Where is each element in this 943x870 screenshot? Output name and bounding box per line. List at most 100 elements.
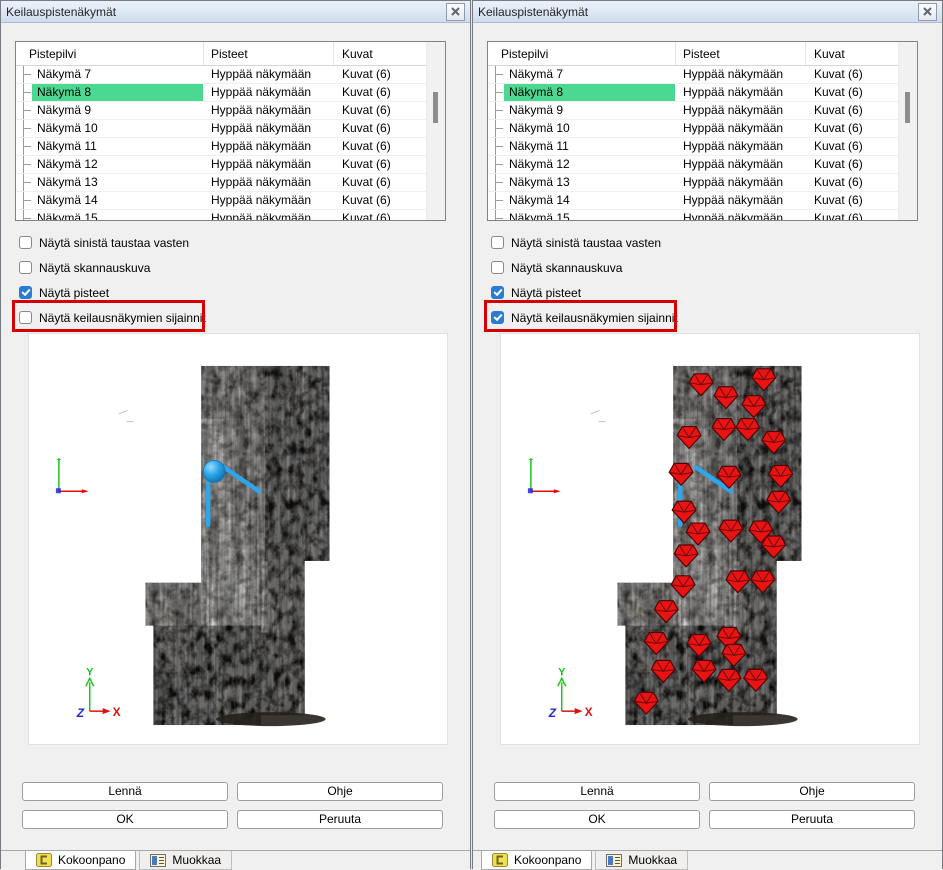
- row-name[interactable]: Näkymä 14: [504, 192, 675, 209]
- ok-button[interactable]: OK: [22, 810, 228, 829]
- table-row[interactable]: Näkymä 13 Hyppää näkymään Kuvat (6): [16, 174, 426, 192]
- table-row[interactable]: Näkymä 11 Hyppää näkymään Kuvat (6): [488, 138, 898, 156]
- table-row[interactable]: Näkymä 15 Hyppää näkymään Kuvat (6): [488, 210, 898, 221]
- scrollbar-thumb[interactable]: [433, 92, 438, 123]
- row-jump-action[interactable]: Hyppää näkymään: [211, 174, 311, 191]
- row-jump-action[interactable]: Hyppää näkymään: [211, 138, 311, 155]
- ok-button[interactable]: OK: [494, 810, 700, 829]
- checkbox-show-scan-image[interactable]: Näytä skannauskuva: [491, 255, 678, 280]
- point-cloud-viewport[interactable]: YXZ: [28, 333, 448, 745]
- row-jump-action[interactable]: Hyppää näkymään: [683, 66, 783, 83]
- checkbox-show-scan-image[interactable]: Näytä skannauskuva: [19, 255, 206, 280]
- row-name[interactable]: Näkymä 15: [504, 210, 675, 221]
- row-name[interactable]: Näkymä 14: [32, 192, 203, 209]
- row-images[interactable]: Kuvat (6): [342, 174, 391, 191]
- table-row[interactable]: Näkymä 7 Hyppää näkymään Kuvat (6): [488, 66, 898, 84]
- help-button[interactable]: Ohje: [709, 782, 915, 801]
- row-images[interactable]: Kuvat (6): [342, 138, 391, 155]
- row-name[interactable]: Näkymä 12: [32, 156, 203, 173]
- row-jump-action[interactable]: Hyppää näkymään: [683, 138, 783, 155]
- table-row[interactable]: Näkymä 12 Hyppää näkymään Kuvat (6): [16, 156, 426, 174]
- tab-kokoonpano[interactable]: Kokoonpano: [25, 851, 136, 870]
- table-row[interactable]: Näkymä 11 Hyppää näkymään Kuvat (6): [16, 138, 426, 156]
- row-jump-action[interactable]: Hyppää näkymään: [211, 66, 311, 83]
- scrollbar-thumb[interactable]: [905, 92, 910, 123]
- row-name[interactable]: Näkymä 9: [504, 102, 675, 119]
- row-images[interactable]: Kuvat (6): [342, 156, 391, 173]
- table-row[interactable]: Näkymä 15 Hyppää näkymään Kuvat (6): [16, 210, 426, 221]
- table-scrollbar[interactable]: [426, 42, 445, 220]
- checkbox-box[interactable]: [19, 286, 32, 299]
- row-jump-action[interactable]: Hyppää näkymään: [211, 84, 311, 101]
- row-jump-action[interactable]: Hyppää näkymään: [683, 174, 783, 191]
- row-name[interactable]: Näkymä 7: [32, 66, 203, 83]
- row-name[interactable]: Näkymä 12: [504, 156, 675, 173]
- table-row[interactable]: Näkymä 14 Hyppää näkymään Kuvat (6): [488, 192, 898, 210]
- checkbox-box[interactable]: [491, 236, 504, 249]
- row-jump-action[interactable]: Hyppää näkymään: [211, 156, 311, 173]
- tab-kokoonpano[interactable]: Kokoonpano: [481, 851, 592, 870]
- row-jump-action[interactable]: Hyppää näkymään: [683, 156, 783, 173]
- cancel-button[interactable]: Peruuta: [237, 810, 443, 829]
- cancel-button[interactable]: Peruuta: [709, 810, 915, 829]
- row-name[interactable]: Näkymä 7: [504, 66, 675, 83]
- row-images[interactable]: Kuvat (6): [342, 102, 391, 119]
- row-jump-action[interactable]: Hyppää näkymään: [683, 84, 783, 101]
- row-jump-action[interactable]: Hyppää näkymään: [211, 102, 311, 119]
- row-name[interactable]: Näkymä 11: [504, 138, 675, 155]
- row-images[interactable]: Kuvat (6): [814, 156, 863, 173]
- row-images[interactable]: Kuvat (6): [342, 66, 391, 83]
- fly-button[interactable]: Lennä: [22, 782, 228, 801]
- table-row[interactable]: Näkymä 9 Hyppää näkymään Kuvat (6): [16, 102, 426, 120]
- row-name[interactable]: Näkymä 15: [32, 210, 203, 221]
- table-row[interactable]: Näkymä 7 Hyppää näkymään Kuvat (6): [16, 66, 426, 84]
- row-images[interactable]: Kuvat (6): [814, 66, 863, 83]
- row-name[interactable]: Näkymä 13: [504, 174, 675, 191]
- row-images[interactable]: Kuvat (6): [342, 120, 391, 137]
- row-jump-action[interactable]: Hyppää näkymään: [211, 120, 311, 137]
- row-name[interactable]: Näkymä 11: [32, 138, 203, 155]
- row-images[interactable]: Kuvat (6): [342, 192, 391, 209]
- row-jump-action[interactable]: Hyppää näkymään: [683, 120, 783, 137]
- row-images[interactable]: Kuvat (6): [814, 120, 863, 137]
- tab-muokkaa[interactable]: Muokkaa: [595, 851, 688, 870]
- row-jump-action[interactable]: Hyppää näkymään: [211, 210, 311, 221]
- checkbox-box[interactable]: [491, 286, 504, 299]
- row-jump-action[interactable]: Hyppää näkymään: [211, 192, 311, 209]
- row-images[interactable]: Kuvat (6): [814, 174, 863, 191]
- table-row[interactable]: Näkymä 8 Hyppää näkymään Kuvat (6): [488, 84, 898, 102]
- row-name[interactable]: Näkymä 10: [504, 120, 675, 137]
- row-images[interactable]: Kuvat (6): [814, 138, 863, 155]
- table-row[interactable]: Näkymä 8 Hyppää näkymään Kuvat (6): [16, 84, 426, 102]
- row-images[interactable]: Kuvat (6): [814, 192, 863, 209]
- row-name[interactable]: Näkymä 13: [32, 174, 203, 191]
- checkbox-box[interactable]: [19, 236, 32, 249]
- row-name[interactable]: Näkymä 8: [32, 84, 203, 101]
- checkbox-box[interactable]: [19, 261, 32, 274]
- dialog-titlebar[interactable]: Keilauspistenäkymät: [1, 1, 470, 23]
- help-button[interactable]: Ohje: [237, 782, 443, 801]
- table-row[interactable]: Näkymä 13 Hyppää näkymään Kuvat (6): [488, 174, 898, 192]
- table-row[interactable]: Näkymä 9 Hyppää näkymään Kuvat (6): [488, 102, 898, 120]
- fly-button[interactable]: Lennä: [494, 782, 700, 801]
- row-name[interactable]: Näkymä 10: [32, 120, 203, 137]
- row-images[interactable]: Kuvat (6): [342, 84, 391, 101]
- checkbox-show-against-blue[interactable]: Näytä sinistä taustaa vasten: [19, 230, 206, 255]
- point-cloud-viewport[interactable]: YXZ: [500, 333, 920, 745]
- row-images[interactable]: Kuvat (6): [814, 210, 863, 221]
- row-jump-action[interactable]: Hyppää näkymään: [683, 210, 783, 221]
- row-images[interactable]: Kuvat (6): [814, 84, 863, 101]
- checkbox-show-against-blue[interactable]: Näytä sinistä taustaa vasten: [491, 230, 678, 255]
- close-button[interactable]: [918, 3, 937, 21]
- table-row[interactable]: Näkymä 10 Hyppää näkymään Kuvat (6): [488, 120, 898, 138]
- row-images[interactable]: Kuvat (6): [814, 102, 863, 119]
- close-button[interactable]: [446, 3, 465, 21]
- table-scrollbar[interactable]: [898, 42, 917, 220]
- row-name[interactable]: Näkymä 8: [504, 84, 675, 101]
- table-row[interactable]: Näkymä 10 Hyppää näkymään Kuvat (6): [16, 120, 426, 138]
- tab-muokkaa[interactable]: Muokkaa: [139, 851, 232, 870]
- row-jump-action[interactable]: Hyppää näkymään: [683, 192, 783, 209]
- row-images[interactable]: Kuvat (6): [342, 210, 391, 221]
- table-row[interactable]: Näkymä 12 Hyppää näkymään Kuvat (6): [488, 156, 898, 174]
- row-name[interactable]: Näkymä 9: [32, 102, 203, 119]
